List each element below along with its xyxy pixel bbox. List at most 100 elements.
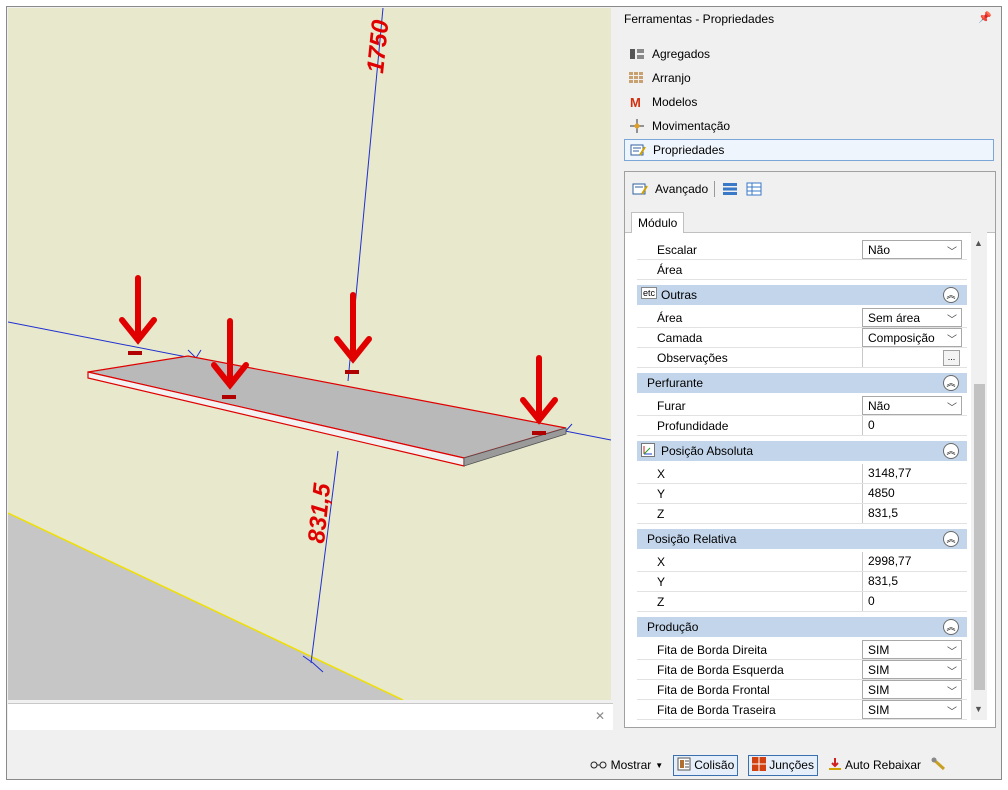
property-label: Área	[657, 263, 683, 277]
property-row-furar[interactable]: Furar Não ﹀	[637, 396, 967, 416]
category-label: Perfurante	[647, 376, 704, 390]
category-outras[interactable]: etc Outras ︽	[637, 285, 967, 305]
collapse-icon[interactable]: ︽	[943, 375, 959, 391]
property-label: Camada	[657, 331, 703, 345]
property-row-z[interactable]: Z 0	[637, 592, 967, 612]
tab-strip: Módulo	[625, 206, 995, 233]
joints-toggle[interactable]: Junções	[748, 754, 818, 776]
property-value-text[interactable]: ...	[862, 348, 962, 367]
property-value: SIM	[868, 643, 890, 657]
category-posicao-absoluta[interactable]: Posição Absoluta ︽	[637, 441, 967, 461]
property-value-select[interactable]: SIM ﹀	[862, 640, 962, 659]
properties-icon[interactable]	[631, 181, 649, 197]
property-value-text[interactable]: 3148,77	[862, 464, 962, 483]
property-label: Z	[657, 595, 665, 609]
property-value-select[interactable]: Composição ﹀	[862, 328, 962, 347]
joints-icon	[752, 756, 767, 774]
property-value-select[interactable]: Não ﹀	[862, 396, 962, 415]
scroll-down-icon[interactable]: ▼	[974, 704, 983, 714]
scrollbar-thumb[interactable]	[974, 384, 985, 690]
property-row-x[interactable]: X 3148,77	[637, 464, 967, 484]
property-value-select[interactable]: SIM ﹀	[862, 700, 962, 719]
property-row-y[interactable]: Y 831,5	[637, 572, 967, 592]
close-icon[interactable]: ✕	[595, 709, 605, 723]
category-posicao-relativa[interactable]: Posição Relativa ︽	[637, 529, 967, 549]
property-value-text[interactable]: 0	[862, 416, 962, 435]
property-value-text[interactable]: 831,5	[862, 504, 962, 523]
scene-drawing: 1750 831,5	[8, 8, 611, 700]
property-row-area[interactable]: Área	[637, 260, 967, 280]
status-bar: Mostrar ▼ Colisão Junções Auto Rebaixar	[6, 752, 1002, 778]
property-value-select[interactable]: Não ﹀	[862, 240, 962, 259]
collapse-icon[interactable]: ︽	[943, 443, 959, 459]
nav-label: Propriedades	[653, 143, 725, 157]
nav-item-propriedades[interactable]: Propriedades	[624, 139, 994, 161]
nav-item-modelos[interactable]: M Modelos	[624, 91, 994, 113]
property-value: Sem área	[868, 311, 921, 325]
tools-button[interactable]	[931, 757, 950, 774]
3d-viewport[interactable]: 1750 831,5	[8, 8, 611, 700]
property-value-text[interactable]: 2998,77	[862, 552, 962, 571]
collapse-icon[interactable]: ︽	[943, 531, 959, 547]
category-perfurante[interactable]: Perfurante ︽	[637, 373, 967, 393]
collision-label: Colisão	[694, 758, 735, 772]
property-label: Y	[657, 487, 666, 501]
property-row-fita-esquerda[interactable]: Fita de Borda Esquerda SIM ﹀	[637, 660, 967, 680]
nav-item-arranjo[interactable]: Arranjo	[624, 67, 994, 89]
scroll-up-icon[interactable]: ▲	[974, 238, 983, 248]
glasses-icon	[590, 758, 608, 773]
property-value-select[interactable]: Sem área ﹀	[862, 308, 962, 327]
property-row-area[interactable]: Área Sem área ﹀	[637, 308, 967, 328]
category-label: Posição Relativa	[647, 532, 737, 546]
property-value-text[interactable]: 4850	[862, 484, 962, 503]
property-row-fita-direita[interactable]: Fita de Borda Direita SIM ﹀	[637, 640, 967, 660]
nav-label: Arranjo	[652, 71, 691, 85]
show-menu-button[interactable]: Mostrar ▼	[590, 758, 664, 773]
auto-lower-icon	[828, 757, 842, 774]
property-row-observacoes[interactable]: Observações ...	[637, 348, 967, 368]
property-value: Não	[868, 399, 891, 413]
nav-label: Movimentação	[652, 119, 731, 133]
aggregates-icon	[628, 46, 646, 62]
property-row-camada[interactable]: Camada Composição ﹀	[637, 328, 967, 348]
property-value-select[interactable]: SIM ﹀	[862, 680, 962, 699]
tab-modulo[interactable]: Módulo	[631, 212, 685, 233]
property-value: Composição	[868, 331, 935, 345]
property-value: Não	[868, 243, 891, 257]
property-label: X	[657, 467, 666, 481]
nav-item-movimentacao[interactable]: Movimentação	[624, 115, 994, 137]
property-row-z[interactable]: Z 831,5	[637, 504, 967, 524]
property-grid-scrollbar[interactable]: ▲ ▼	[971, 232, 987, 720]
property-value: SIM	[868, 703, 890, 717]
property-row-fita-traseira[interactable]: Fita de Borda Traseira SIM ﹀	[637, 700, 967, 720]
collapse-icon[interactable]: ︽	[943, 287, 959, 303]
auto-lower-label: Auto Rebaixar	[844, 758, 921, 772]
property-row-y[interactable]: Y 4850	[637, 484, 967, 504]
category-producao[interactable]: Produção ︽	[637, 617, 967, 637]
property-row-x[interactable]: X 2998,77	[637, 552, 967, 572]
marker	[532, 431, 546, 435]
tools-properties-panel: Ferramentas - Propriedades 📌 Agregados A…	[618, 8, 998, 728]
property-value-text[interactable]: 831,5	[862, 572, 962, 591]
property-row-fita-frontal[interactable]: Fita de Borda Frontal SIM ﹀	[637, 680, 967, 700]
categorized-view-icon[interactable]	[721, 181, 739, 197]
joints-label: Junções	[769, 758, 814, 772]
dropdown-arrow-icon: ▼	[655, 760, 664, 770]
auto-lower-button[interactable]: Auto Rebaixar	[828, 757, 921, 774]
property-value-select[interactable]: SIM ﹀	[862, 660, 962, 679]
property-grid: Escalar Não ﹀ Área etc Outras ︽ Área Sem …	[637, 232, 967, 720]
property-row-profundidade[interactable]: Profundidade 0	[637, 416, 967, 436]
property-label: Fita de Borda Frontal	[657, 683, 770, 697]
advanced-button[interactable]: Avançado	[655, 182, 708, 196]
command-input-strip[interactable]: ✕	[8, 703, 613, 730]
collision-toggle[interactable]: Colisão	[673, 754, 739, 776]
collapse-icon[interactable]: ︽	[943, 619, 959, 635]
property-row-escalar[interactable]: Escalar Não ﹀	[637, 240, 967, 260]
ellipsis-button[interactable]: ...	[943, 350, 960, 366]
nav-item-agregados[interactable]: Agregados	[624, 43, 994, 65]
table-view-icon[interactable]	[745, 181, 763, 197]
property-value-text[interactable]: 0	[862, 592, 962, 611]
pin-icon[interactable]: 📌	[978, 11, 992, 24]
property-label: Fita de Borda Esquerda	[657, 663, 784, 677]
panel-title: Ferramentas - Propriedades	[624, 12, 775, 26]
